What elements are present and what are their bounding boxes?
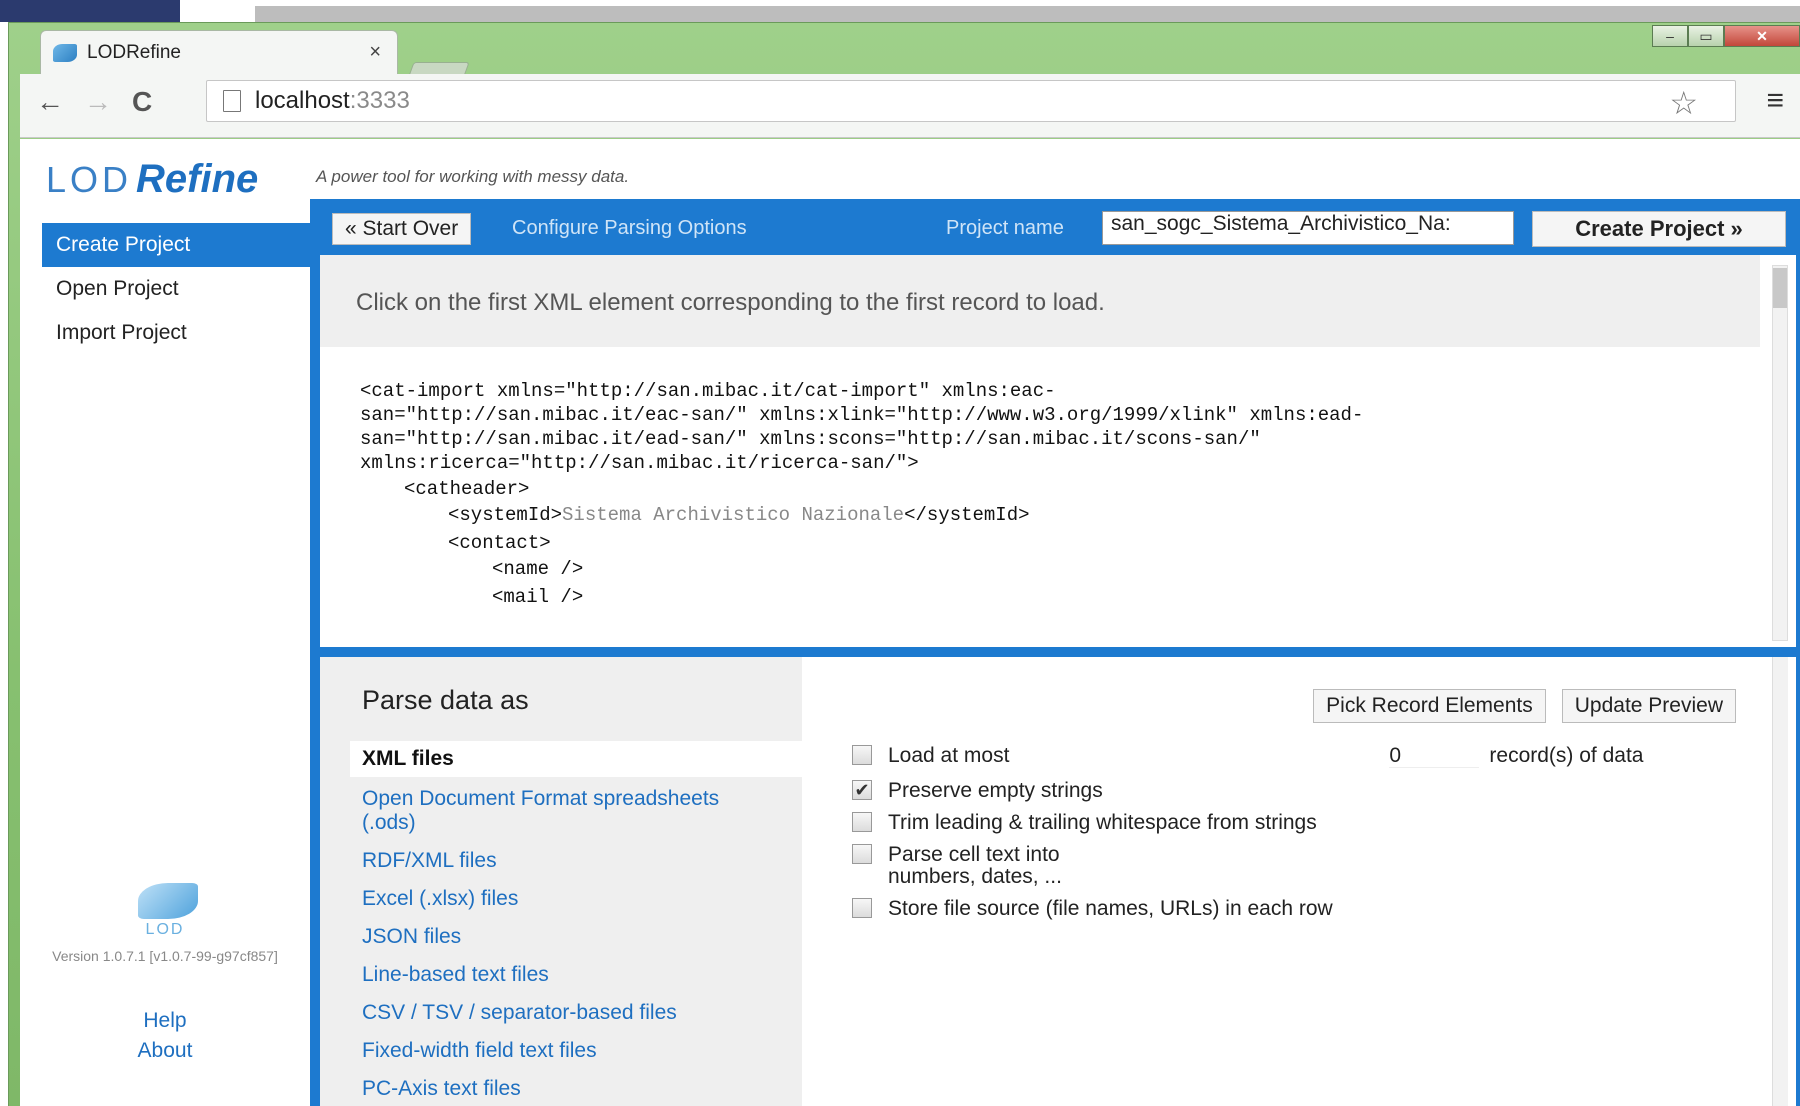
- controls-bar: « Start Over Configure Parsing Options P…: [310, 199, 1800, 255]
- logo-refine: Refine: [136, 157, 259, 201]
- xml-line[interactable]: san="http://san.mibac.it/eac-san/" xmlns…: [360, 403, 1363, 427]
- address-bar[interactable]: localhost:3333: [206, 80, 1736, 122]
- browser-toolbar: ← → C localhost:3333 ☆ ≡: [20, 74, 1800, 138]
- back-arrow-icon[interactable]: ←: [36, 86, 64, 118]
- format-fixed-width[interactable]: Fixed-width field text files: [320, 1039, 770, 1063]
- option-preserve-empty: ✔ Preserve empty strings: [852, 780, 1752, 802]
- store-source-label: Store file source (file names, URLs) in …: [888, 897, 1333, 920]
- xml-tag-close: </systemId>: [904, 504, 1030, 526]
- xml-value: Sistema Archivistico Nazionale: [562, 504, 905, 526]
- xml-preview-panel: Click on the first XML element correspon…: [320, 255, 1796, 647]
- xml-element-systemid[interactable]: <systemId>Sistema Archivistico Nazionale…: [448, 503, 1363, 527]
- format-csv-tsv[interactable]: CSV / TSV / separator-based files: [320, 1001, 770, 1025]
- lod-logo-text: LOD: [145, 921, 185, 938]
- parse-cell-label-line1: Parse cell text into: [888, 843, 1060, 866]
- xml-element-contact[interactable]: <contact>: [448, 531, 1363, 555]
- xml-line[interactable]: san="http://san.mibac.it/ead-san/" xmlns…: [360, 427, 1363, 451]
- parse-heading: Parse data as: [362, 685, 529, 715]
- xml-line[interactable]: xmlns:ricerca="http://san.mibac.it/ricer…: [360, 451, 1363, 475]
- load-at-most-input[interactable]: 0: [1389, 745, 1480, 768]
- tagline: A power tool for working with messy data…: [316, 167, 630, 186]
- start-over-button[interactable]: « Start Over: [332, 213, 472, 245]
- nav-create-project[interactable]: Create Project: [42, 223, 310, 267]
- load-at-most-suffix: record(s) of data: [1489, 744, 1644, 767]
- left-footer: LOD Version 1.0.7.1 [v1.0.7-99-g97cf857]…: [20, 879, 310, 1066]
- parse-cell-label-line2: numbers, dates, ...: [888, 865, 1062, 888]
- help-links: Help About: [20, 1006, 310, 1066]
- load-at-most-checkbox[interactable]: [852, 745, 872, 765]
- preserve-empty-label: Preserve empty strings: [888, 779, 1103, 802]
- format-ods[interactable]: Open Document Format spreadsheets (.ods): [320, 787, 770, 835]
- option-load-at-most: Load at most 0 record(s) of data: [852, 745, 1752, 768]
- parse-cell-label: Parse cell text into numbers, dates, ...: [888, 844, 1062, 888]
- load-at-most-label: Load at most: [888, 744, 1010, 767]
- top-strip-gray: [255, 6, 1800, 22]
- option-parse-cell: Parse cell text into numbers, dates, ...: [852, 844, 1752, 888]
- fish-shape: [138, 883, 198, 919]
- create-project-button[interactable]: Create Project »: [1532, 211, 1786, 247]
- lodrefine-app: LOD Refine A power tool for working with…: [20, 139, 1800, 1106]
- lodrefine-favicon-icon: [53, 43, 77, 62]
- option-trim: Trim leading & trailing whitespace from …: [852, 812, 1752, 834]
- forward-arrow-icon[interactable]: →: [84, 86, 112, 118]
- parse-cell-checkbox[interactable]: [852, 844, 872, 864]
- xml-element-name[interactable]: <name />: [492, 557, 1363, 581]
- project-name-label: Project name: [946, 217, 1064, 239]
- url-port: :3333: [349, 87, 410, 114]
- preview-instruction: Click on the first XML element correspon…: [320, 255, 1760, 347]
- format-pc-axis[interactable]: PC-Axis text files: [320, 1077, 770, 1101]
- reload-icon[interactable]: C: [132, 86, 152, 118]
- format-xlsx[interactable]: Excel (.xlsx) files: [320, 887, 770, 911]
- lod-fish-logo-icon: LOD: [130, 879, 200, 939]
- close-window-button[interactable]: ✕: [1724, 25, 1800, 47]
- parse-options-list: Load at most 0 record(s) of data ✔ Prese…: [852, 745, 1752, 930]
- xml-element-mail[interactable]: <mail />: [492, 585, 1363, 609]
- maximize-button[interactable]: ▭: [1688, 25, 1724, 47]
- tab-title: LODRefine: [87, 41, 181, 63]
- xml-preview: <cat-import xmlns="http://san.mibac.it/c…: [360, 379, 1363, 609]
- format-xml[interactable]: XML files: [350, 741, 802, 777]
- update-preview-button[interactable]: Update Preview: [1561, 689, 1736, 723]
- bookmark-star-icon[interactable]: ☆: [1669, 84, 1698, 122]
- page-icon: [223, 90, 241, 112]
- app-logo: LOD Refine: [46, 157, 258, 202]
- trim-label: Trim leading & trailing whitespace from …: [888, 811, 1317, 834]
- format-json[interactable]: JSON files: [320, 925, 770, 949]
- version-text: Version 1.0.7.1 [v1.0.7-99-g97cf857]: [52, 948, 278, 964]
- help-link[interactable]: Help: [20, 1006, 310, 1036]
- top-strip-dark: [0, 0, 180, 22]
- logo-lod: LOD: [46, 159, 133, 200]
- xml-tag-open: <systemId>: [448, 504, 563, 526]
- project-name-input[interactable]: san_sogc_Sistema_Archivistico_Na:: [1102, 211, 1514, 245]
- xml-element-catheader[interactable]: <catheader>: [404, 477, 1363, 501]
- store-source-checkbox[interactable]: [852, 898, 872, 918]
- nav-import-project[interactable]: Import Project: [20, 311, 310, 355]
- pick-record-elements-button[interactable]: Pick Record Elements: [1313, 689, 1546, 723]
- scrollbar-thumb[interactable]: [1773, 268, 1787, 308]
- trim-checkbox[interactable]: [852, 812, 872, 832]
- format-rdf-xml[interactable]: RDF/XML files: [320, 849, 770, 873]
- window-controls: – ▭ ✕: [1652, 25, 1800, 47]
- xml-line[interactable]: <cat-import xmlns="http://san.mibac.it/c…: [360, 379, 1363, 403]
- tab-close-icon[interactable]: ×: [369, 41, 381, 64]
- option-store-source: Store file source (file names, URLs) in …: [852, 898, 1752, 920]
- create-project-panel: « Start Over Configure Parsing Options P…: [310, 199, 1800, 1106]
- preserve-empty-checkbox[interactable]: ✔: [852, 780, 872, 800]
- option-buttons: Pick Record Elements Update Preview: [1313, 689, 1736, 723]
- options-scrollbar[interactable]: [1772, 657, 1788, 1106]
- left-nav: Create Project Open Project Import Proje…: [20, 219, 310, 355]
- url-host: localhost: [255, 87, 350, 114]
- nav-open-project[interactable]: Open Project: [20, 267, 310, 311]
- format-line-based[interactable]: Line-based text files: [320, 963, 770, 987]
- browser-tab[interactable]: LODRefine ×: [40, 30, 398, 74]
- browser-menu-icon[interactable]: ≡: [1766, 84, 1784, 118]
- about-link[interactable]: About: [20, 1036, 310, 1066]
- preview-scrollbar[interactable]: [1772, 265, 1788, 641]
- parse-options-panel: Parse data as XML files Open Document Fo…: [320, 657, 1796, 1106]
- configure-parsing-label: Configure Parsing Options: [512, 217, 747, 239]
- minimize-button[interactable]: –: [1652, 25, 1688, 47]
- format-list: Parse data as XML files Open Document Fo…: [320, 657, 802, 1106]
